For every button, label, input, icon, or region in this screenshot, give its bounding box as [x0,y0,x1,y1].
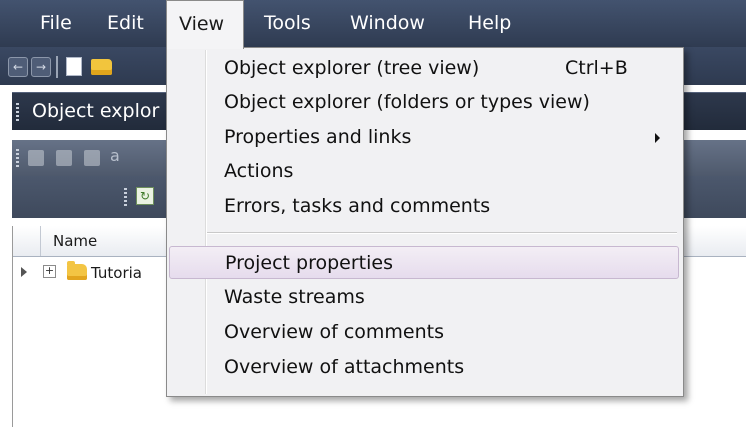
menu-item-shortcut: Ctrl+B [565,57,628,79]
menu-separator [207,232,677,234]
cut-icon[interactable] [56,150,72,166]
menu-item-label: Errors, tasks and comments [224,195,491,217]
menu-item-label: Waste streams [224,286,365,308]
panel-title: Object explor [32,100,160,122]
forward-button[interactable]: → [31,57,51,77]
expand-plus-icon[interactable]: + [43,265,56,278]
menu-file[interactable]: File [28,0,84,47]
menu-item-label: Properties and links [224,126,412,148]
refresh-icon[interactable]: ↻ [136,187,154,205]
submenu-arrow-icon [655,133,660,143]
menu-item-project-properties[interactable]: Project properties [169,246,679,279]
menu-item-actions[interactable]: Actions [169,155,679,188]
subtoolbar-grip-icon[interactable] [124,188,127,206]
menu-tools[interactable]: Tools [252,0,323,47]
toolbar-grip-icon[interactable] [16,149,19,167]
new-document-icon[interactable] [66,57,82,76]
back-button[interactable]: ← [8,57,28,77]
menu-item-overview-attachments[interactable]: Overview of attachments [169,351,679,384]
menu-item-label: Overview of attachments [224,356,465,378]
folder-icon [67,261,87,280]
column-header-name[interactable]: Name [53,226,97,256]
copy-icon[interactable] [28,150,44,166]
arrow-right-icon: → [35,60,47,74]
menu-window[interactable]: Window [338,0,437,47]
menu-item-object-explorer-tree[interactable]: Object explorer (tree view) Ctrl+B [169,52,679,85]
menu-view[interactable]: View [166,0,244,49]
menu-item-overview-comments[interactable]: Overview of comments [169,316,679,349]
row-indicator-header [13,226,41,256]
rename-icon[interactable]: a [110,146,120,165]
menu-item-waste-streams[interactable]: Waste streams [169,281,679,314]
menu-item-label: Object explorer (folders or types view) [224,91,590,113]
menu-item-errors-tasks-comments[interactable]: Errors, tasks and comments [169,190,679,223]
menu-item-properties-and-links[interactable]: Properties and links [169,121,679,154]
menu-bar: File Edit View Tools Window Help [0,0,746,49]
menu-item-label: Object explorer (tree view) [224,57,480,79]
arrow-left-icon: ← [12,60,24,74]
app-window: File Edit View Tools Window Help ← → Obj… [0,0,746,427]
menu-item-label: Overview of comments [224,321,445,343]
panel-grip-icon[interactable] [16,103,19,121]
tree-node-label[interactable]: Tutoria [91,258,142,288]
menu-item-object-explorer-folders[interactable]: Object explorer (folders or types view) [169,86,679,119]
menu-item-label: Project properties [225,252,394,274]
view-menu-dropdown: Object explorer (tree view) Ctrl+B Objec… [166,47,684,397]
menu-item-label: Actions [224,160,294,182]
row-indicator-icon [21,267,27,277]
open-folder-icon[interactable] [91,59,112,75]
toolbar-separator [56,56,58,78]
menu-help[interactable]: Help [456,0,523,47]
menu-edit[interactable]: Edit [95,0,156,47]
paste-icon[interactable] [84,150,100,166]
